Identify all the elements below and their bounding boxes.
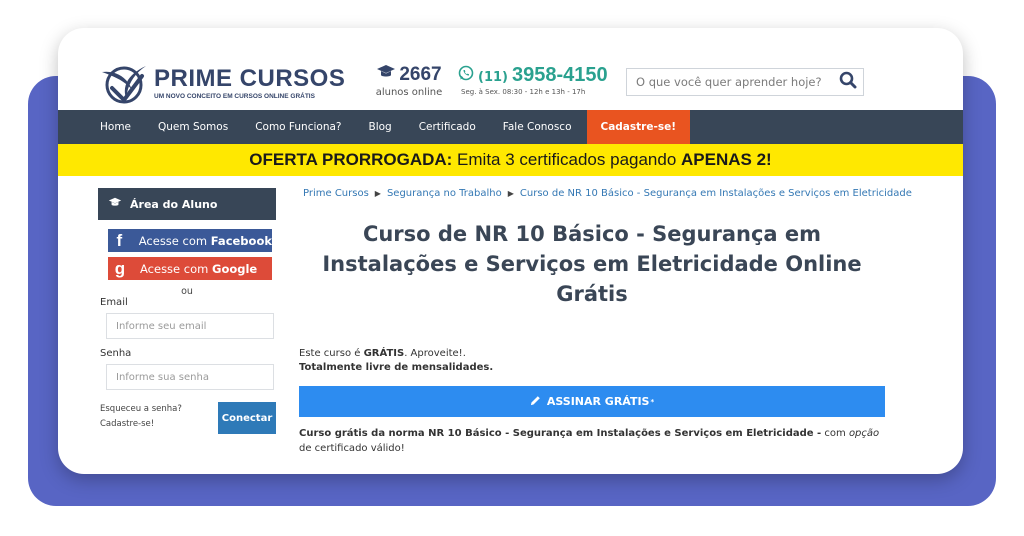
search-icon (839, 71, 857, 93)
phone-contact[interactable]: (11) 3958-4150 Seg. à Sex. 08:30 - 12h e… (458, 64, 608, 96)
connect-button[interactable]: Conectar (218, 402, 276, 434)
email-label: Email (100, 297, 128, 308)
students-count: 2667 (399, 64, 442, 85)
course-description: Curso grátis da norma NR 10 Básico - Seg… (299, 426, 885, 456)
facebook-label-pre: Acesse com (138, 233, 211, 248)
logo-emblem-icon (98, 60, 150, 106)
nav-home[interactable]: Home (100, 110, 131, 144)
whatsapp-icon (458, 65, 474, 85)
course-content: Prime Cursos ▶ Segurança no Trabalho ▶ C… (299, 188, 912, 456)
nav-contact[interactable]: Fale Conosco (503, 110, 572, 144)
breadcrumb-item-category[interactable]: Segurança no Trabalho (387, 188, 502, 199)
breadcrumb-item-home[interactable]: Prime Cursos (303, 188, 369, 199)
intro-post: . Aproveite!. (404, 348, 466, 359)
password-label: Senha (100, 348, 132, 359)
graduation-cap-icon (376, 64, 396, 86)
breadcrumb: Prime Cursos ▶ Segurança no Trabalho ▶ C… (303, 188, 912, 199)
or-divider: ou (181, 286, 193, 297)
password-field[interactable] (106, 364, 274, 390)
search-box (626, 68, 864, 96)
site-header: PRIME CURSOS UM NOVO CONCEITO EM CURSOS … (58, 28, 963, 110)
student-area-header: Área do Aluno (98, 188, 276, 220)
facebook-icon: f (116, 230, 123, 250)
page-title: Curso de NR 10 Básico - Segurança em Ins… (322, 222, 862, 306)
google-label-pre: Acesse com (140, 261, 212, 276)
google-label-bold: Google (212, 261, 258, 276)
browser-window: PRIME CURSOS UM NOVO CONCEITO EM CURSOS … (58, 28, 963, 474)
google-icon: g (114, 258, 126, 278)
desc-pre: com (821, 428, 849, 439)
student-area-title: Área do Aluno (130, 197, 218, 211)
intro-free: GRÁTIS (363, 348, 405, 359)
pencil-icon (530, 395, 541, 409)
google-login-button[interactable]: g Acesse com Google (108, 257, 272, 280)
desc-post: de certificado válido! (299, 443, 405, 454)
promo-lead: OFERTA PRORROGADA: (249, 150, 453, 169)
course-intro: Este curso é GRÁTIS. Aproveite!. Totalme… (299, 347, 885, 375)
search-input[interactable] (627, 69, 833, 95)
desc-bold: Curso grátis da norma NR 10 Básico - Seg… (299, 428, 822, 439)
intro-pre: Este curso é (299, 348, 364, 359)
intro-no-fees: Totalmente livre de mensalidades. (299, 362, 494, 373)
brand-tagline: UM NOVO CONCEITO EM CURSOS ONLINE GRÁTIS (154, 92, 315, 100)
nav-certificate[interactable]: Certificado (419, 110, 476, 144)
breadcrumb-separator-icon: ▶ (374, 189, 381, 198)
promo-banner[interactable]: OFERTA PRORROGADA: Emita 3 certificados … (58, 144, 963, 176)
promo-tail: APENAS 2! (681, 150, 772, 169)
desc-option: opção (848, 428, 880, 439)
register-link[interactable]: Cadastre-se! (100, 417, 182, 432)
nav-how-it-works[interactable]: Como Funciona? (255, 110, 341, 144)
search-button[interactable] (833, 69, 863, 95)
phone-number: 3958-4150 (511, 64, 608, 86)
phone-area-code: (11) (478, 70, 508, 85)
subscribe-free-button[interactable]: ASSINAR GRÁTIS * (299, 386, 885, 417)
facebook-login-button[interactable]: f Acesse com Facebook (108, 229, 272, 252)
nav-about[interactable]: Quem Somos (158, 110, 228, 144)
nav-blog[interactable]: Blog (368, 110, 391, 144)
facebook-label-bold: Facebook (210, 233, 272, 248)
subscribe-label: ASSINAR GRÁTIS (546, 395, 650, 408)
screenshot-stage: PRIME CURSOS UM NOVO CONCEITO EM CURSOS … (0, 0, 1024, 536)
brand-name: PRIME CURSOS (154, 64, 346, 92)
forgot-password-link[interactable]: Esqueceu a senha? (100, 402, 182, 417)
email-field[interactable] (106, 313, 274, 339)
nav-signup-button[interactable]: Cadastre-se! (586, 110, 690, 144)
breadcrumb-separator-icon: ▶ (507, 189, 514, 198)
main-nav: Home Quem Somos Como Funciona? Blog Cert… (58, 110, 963, 144)
graduation-cap-icon (108, 197, 122, 211)
students-online: 2667 alunos online (374, 64, 444, 98)
student-area: Área do Aluno f Acesse com Facebook g Ac… (98, 188, 276, 434)
site-logo[interactable]: PRIME CURSOS UM NOVO CONCEITO EM CURSOS … (98, 60, 345, 106)
phone-hours: Seg. à Sex. 08:30 - 12h e 13h - 17h (461, 88, 586, 96)
subscribe-asterisk: * (650, 397, 655, 406)
promo-middle: Emita 3 certificados pagando (452, 150, 682, 169)
students-label: alunos online (375, 87, 443, 98)
breadcrumb-item-course[interactable]: Curso de NR 10 Básico - Segurança em Ins… (520, 188, 912, 199)
